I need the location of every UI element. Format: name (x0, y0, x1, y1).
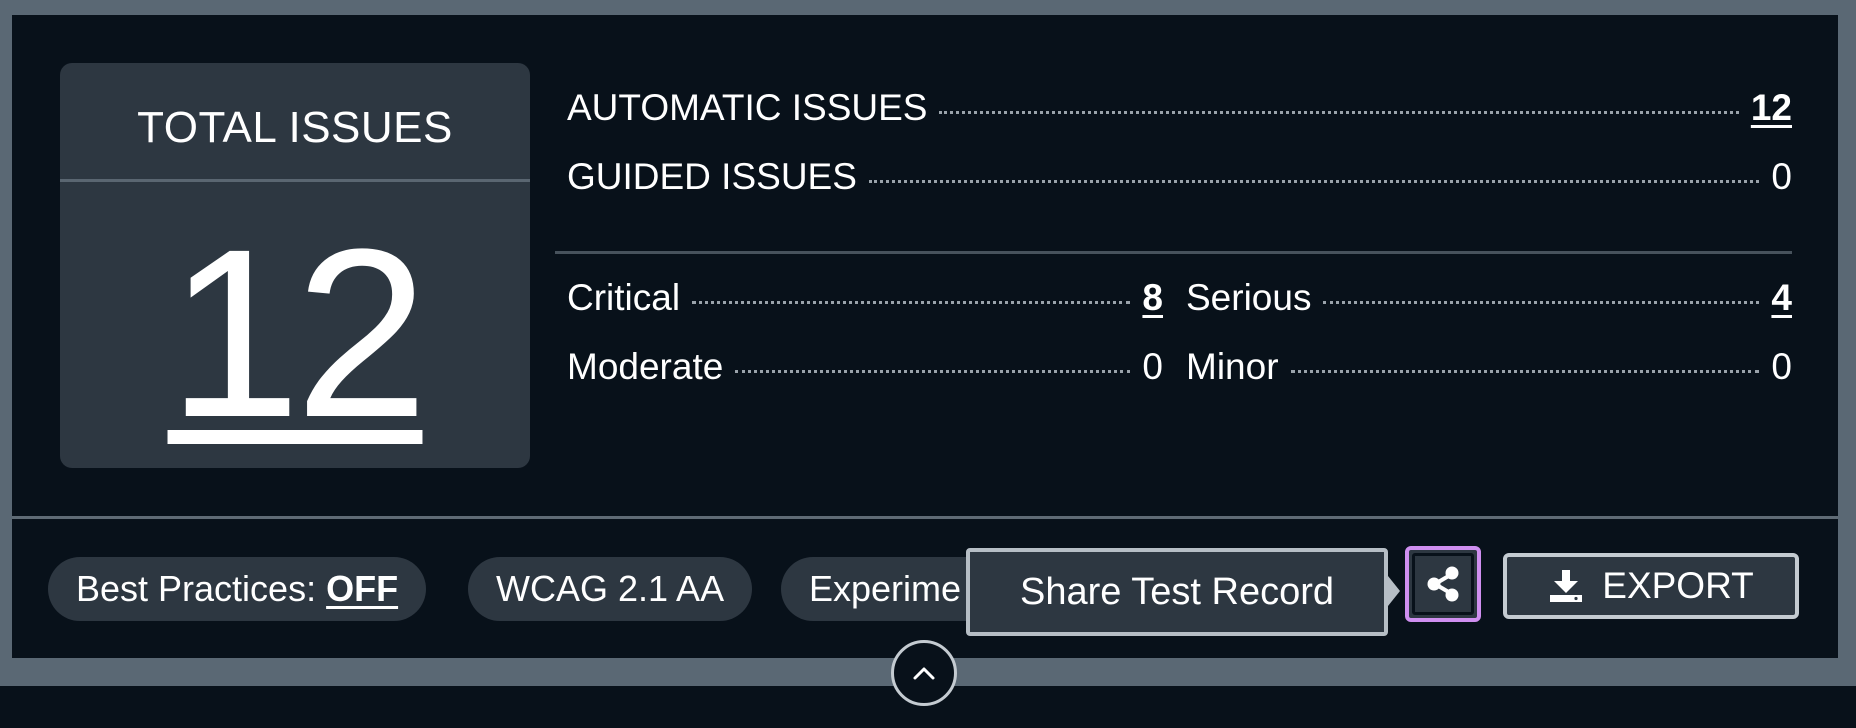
experimental-label: Experime (809, 568, 962, 609)
moderate-label: Moderate (567, 346, 724, 387)
best-practices-state: OFF (326, 568, 399, 609)
collapse-panel-button[interactable] (891, 640, 957, 706)
total-issues-count-link[interactable]: 12 (60, 213, 530, 453)
serious-count-link[interactable]: 4 (1771, 277, 1792, 319)
minor-label: Minor (1186, 346, 1279, 387)
share-tooltip: Share Test Record (966, 548, 1388, 636)
moderate-count: 0 (1142, 346, 1163, 387)
dot-leader (735, 370, 1131, 373)
best-practices-label: Best Practices: (76, 568, 317, 609)
dot-leader (1290, 370, 1760, 373)
critical-count-link[interactable]: 8 (1142, 277, 1163, 319)
automatic-issues-label: AUTOMATIC ISSUES (567, 87, 928, 128)
total-issues-card: TOTAL ISSUES 12 (60, 63, 530, 468)
wcag-level-pill[interactable]: WCAG 2.1 AA (468, 557, 753, 621)
wcag-level-label: WCAG 2.1 AA (496, 568, 725, 609)
guided-issues-count: 0 (1771, 156, 1792, 197)
share-icon (1427, 566, 1459, 602)
automatic-issues-row: AUTOMATIC ISSUES 12 (567, 87, 1792, 129)
summary-separator (555, 251, 1792, 254)
dot-leader (868, 180, 1760, 183)
export-button[interactable]: EXPORT (1503, 553, 1799, 619)
footer-divider (12, 516, 1838, 519)
total-issues-divider (60, 179, 530, 182)
download-icon (1550, 570, 1583, 602)
share-tooltip-arrow (1384, 571, 1400, 611)
serious-label: Serious (1186, 277, 1312, 318)
best-practices-toggle[interactable]: Best Practices: OFF (48, 557, 427, 621)
critical-label: Critical (567, 277, 681, 318)
dot-leader (939, 111, 1739, 114)
minor-row: Minor 0 (1186, 346, 1792, 388)
chevron-up-icon (913, 667, 935, 680)
minor-count: 0 (1771, 346, 1792, 387)
dot-leader (1323, 301, 1760, 304)
export-label: EXPORT (1602, 565, 1754, 606)
moderate-row: Moderate 0 (567, 346, 1163, 388)
guided-issues-row: GUIDED ISSUES 0 (567, 156, 1792, 198)
total-issues-title: TOTAL ISSUES (137, 103, 453, 152)
dot-leader (692, 301, 1131, 304)
serious-row: Serious 4 (1186, 277, 1792, 319)
critical-row: Critical 8 (567, 277, 1163, 319)
share-button[interactable] (1405, 546, 1481, 622)
guided-issues-label: GUIDED ISSUES (567, 156, 857, 197)
automatic-issues-count-link[interactable]: 12 (1751, 87, 1792, 129)
issues-summary-panel: TOTAL ISSUES 12 AUTOMATIC ISSUES 12 GUID… (12, 15, 1838, 658)
